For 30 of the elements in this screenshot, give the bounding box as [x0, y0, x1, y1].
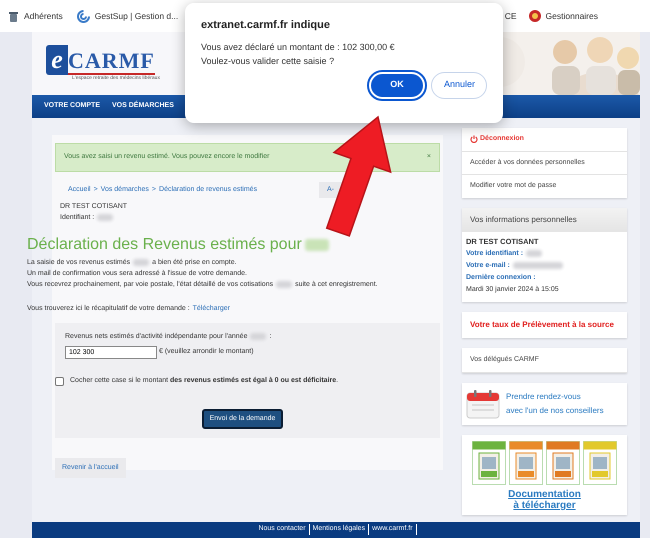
redaction-mark — [133, 259, 150, 266]
guide-drawing[interactable] — [583, 441, 617, 485]
guide-drawing[interactable] — [546, 441, 580, 485]
guide-drawing[interactable] — [472, 441, 506, 485]
redaction-mark — [250, 333, 266, 340]
guide-drawing[interactable] — [509, 441, 543, 485]
bookmark-link[interactable]: GestSup | Gestion d... — [76, 10, 178, 22]
power-icon — [470, 135, 478, 144]
checkbox[interactable] — [55, 376, 64, 386]
card-title: Vos informations personnelles — [462, 208, 627, 232]
bin-icon — [8, 10, 19, 22]
dialog-message: Vous avez déclaré un montant de : 102 300,00 € Voulez-vous valider cette saisie ? — [201, 40, 396, 68]
cancel-button[interactable]: Annuler — [431, 72, 487, 98]
redaction-mark — [304, 239, 329, 251]
bookmark-link[interactable]: Adhérents — [8, 10, 63, 22]
redaction-mark — [526, 250, 542, 257]
logo-name: CARMF — [68, 48, 155, 75]
badge-icon — [528, 10, 541, 22]
bookmark-link[interactable]: Gestionnaires — [528, 10, 598, 22]
swirl-icon — [76, 10, 90, 22]
redaction-mark — [97, 214, 114, 222]
redaction-mark — [512, 262, 563, 269]
dialog-title: extranet.carmf.fr indique — [201, 18, 331, 33]
ok-button[interactable]: OK — [369, 72, 425, 98]
tax-rate-link[interactable]: Votre taux de Prélèvement à la source — [462, 312, 627, 338]
redaction-mark — [276, 281, 292, 288]
bookmark-link[interactable]: CE — [504, 10, 517, 22]
page-heading: Déclaration des Revenus estimés pour — [27, 235, 302, 255]
calendar-icon — [466, 389, 500, 419]
logo-letter: e — [46, 44, 68, 75]
